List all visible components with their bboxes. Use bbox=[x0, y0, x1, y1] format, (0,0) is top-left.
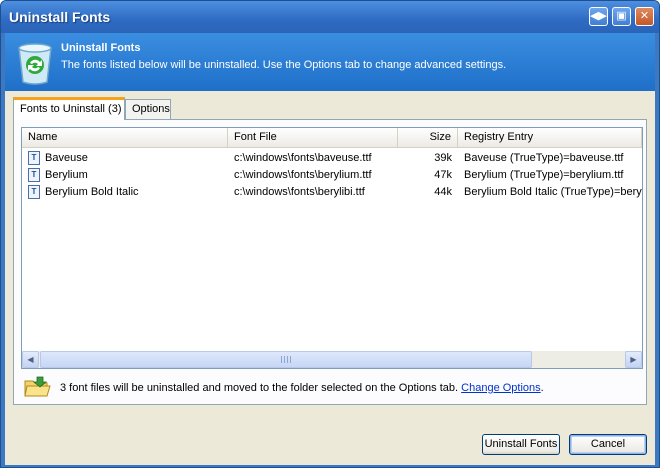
dialog-client-area: Uninstall Fonts The fonts listed below w… bbox=[5, 33, 655, 465]
scrollbar-thumb[interactable] bbox=[40, 351, 532, 368]
font-name: Berylium bbox=[45, 169, 88, 181]
table-row[interactable]: T Berylium Bold Italic c:\windows\fonts\… bbox=[22, 184, 642, 201]
font-size: 39k bbox=[434, 152, 452, 164]
info-message: 3 font files will be uninstalled and mov… bbox=[60, 382, 544, 394]
truetype-font-icon: T bbox=[28, 185, 40, 199]
window-title: Uninstall Fonts bbox=[9, 9, 111, 25]
font-name: Baveuse bbox=[45, 152, 88, 164]
banner-description: The fonts listed below will be uninstall… bbox=[61, 59, 507, 71]
tab-options[interactable]: Options bbox=[125, 99, 171, 119]
restore-icon[interactable]: ◀▶ bbox=[589, 7, 608, 26]
font-size: 47k bbox=[434, 169, 452, 181]
registry-entry: Berylium Bold Italic (TrueType)=berylib bbox=[464, 186, 643, 198]
folder-icon bbox=[24, 376, 51, 397]
truetype-font-icon: T bbox=[28, 168, 40, 182]
list-header: Name Font File Size Registry Entry bbox=[22, 128, 642, 148]
fonts-list[interactable]: Name Font File Size Registry Entry T Bav… bbox=[21, 127, 643, 369]
change-options-link[interactable]: Change Options bbox=[461, 382, 541, 394]
uninstall-fonts-button[interactable]: Uninstall Fonts bbox=[482, 434, 560, 455]
registry-entry: Berylium (TrueType)=berylium.ttf bbox=[464, 169, 624, 181]
table-row[interactable]: T Baveuse c:\windows\fonts\baveuse.ttf 3… bbox=[22, 150, 642, 167]
column-name[interactable]: Name bbox=[22, 128, 228, 147]
header-banner: Uninstall Fonts The fonts listed below w… bbox=[5, 33, 655, 91]
tab-panel: Name Font File Size Registry Entry T Bav… bbox=[13, 119, 647, 405]
close-icon[interactable]: ✕ bbox=[635, 7, 654, 26]
tab-fonts-to-uninstall[interactable]: Fonts to Uninstall (3) bbox=[13, 97, 125, 120]
window-icon[interactable]: ▣ bbox=[612, 7, 631, 26]
column-font-file[interactable]: Font File bbox=[228, 128, 398, 147]
table-row[interactable]: T Berylium c:\windows\fonts\berylium.ttf… bbox=[22, 167, 642, 184]
scroll-right-icon[interactable]: ▶ bbox=[625, 351, 642, 368]
grip-icon bbox=[281, 356, 291, 363]
column-size[interactable]: Size bbox=[398, 128, 458, 147]
font-size: 44k bbox=[434, 186, 452, 198]
font-name: Berylium Bold Italic bbox=[45, 186, 139, 198]
title-bar[interactable]: Uninstall Fonts ◀▶ ▣ ✕ bbox=[1, 1, 659, 33]
info-trailing: . bbox=[540, 382, 544, 394]
info-text: 3 font files will be uninstalled and mov… bbox=[60, 382, 459, 394]
cancel-button[interactable]: Cancel bbox=[569, 434, 647, 455]
recycle-bin-icon bbox=[18, 43, 52, 85]
horizontal-scrollbar[interactable]: ◀ ▶ bbox=[22, 351, 642, 368]
scroll-left-icon[interactable]: ◀ bbox=[22, 351, 39, 368]
truetype-font-icon: T bbox=[28, 151, 40, 165]
font-file: c:\windows\fonts\berylibi.ttf bbox=[234, 186, 365, 198]
uninstall-fonts-window: Uninstall Fonts ◀▶ ▣ ✕ Uninstall Fonts T… bbox=[0, 0, 660, 468]
banner-title: Uninstall Fonts bbox=[61, 42, 141, 54]
column-registry-entry[interactable]: Registry Entry bbox=[458, 128, 642, 147]
registry-entry: Baveuse (TrueType)=baveuse.ttf bbox=[464, 152, 624, 164]
font-file: c:\windows\fonts\berylium.ttf bbox=[234, 169, 372, 181]
font-file: c:\windows\fonts\baveuse.ttf bbox=[234, 152, 372, 164]
